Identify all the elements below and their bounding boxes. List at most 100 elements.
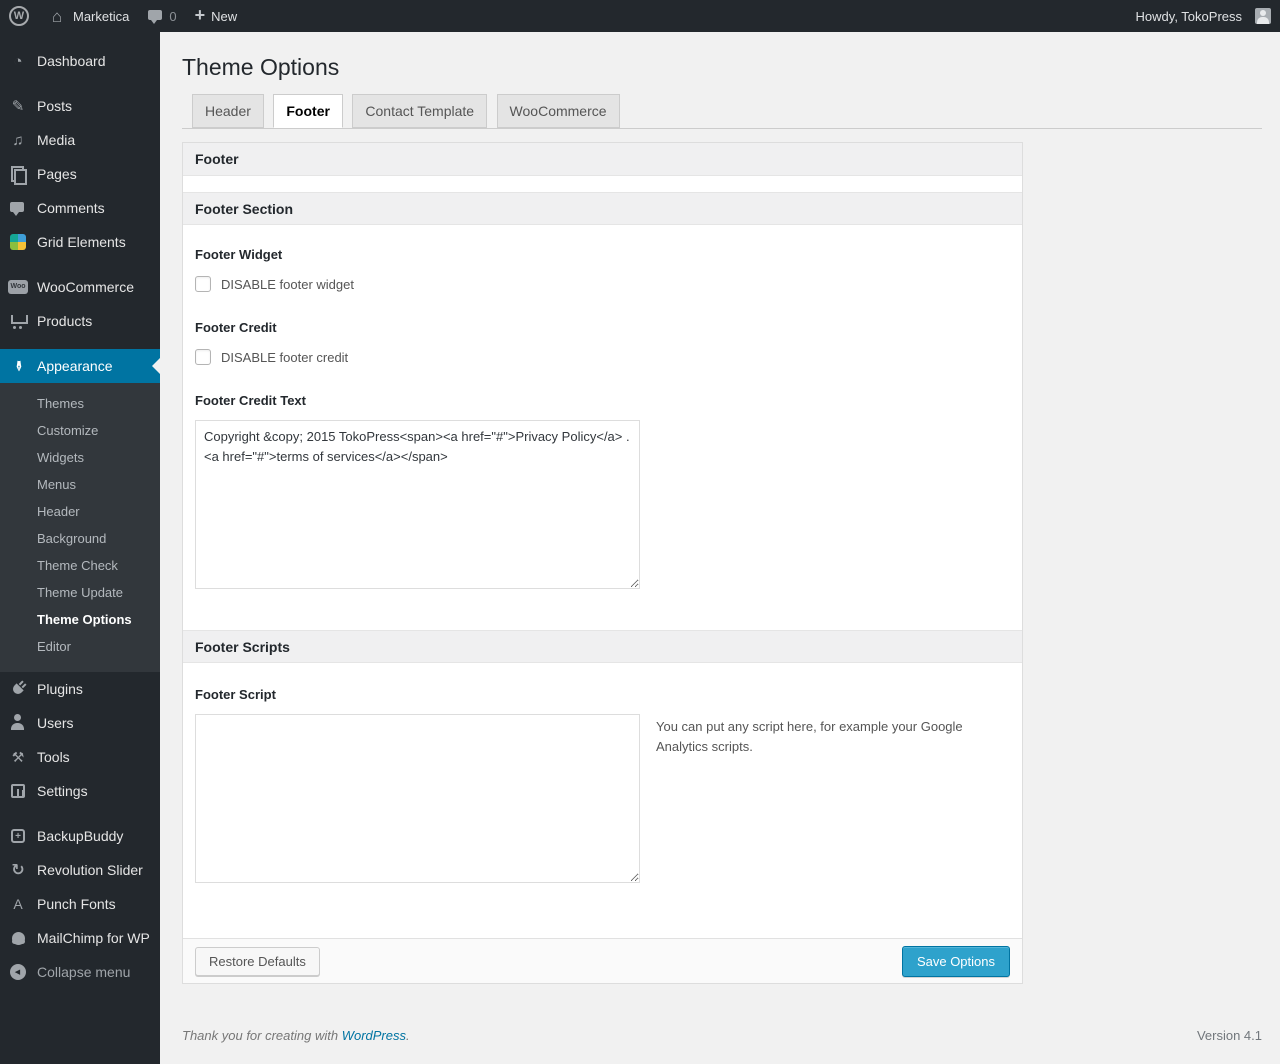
sidebar-item-punch-fonts[interactable]: Punch Fonts [0, 887, 160, 921]
submenu-item-background[interactable]: Background [0, 525, 160, 552]
disable-footer-credit-row[interactable]: DISABLE footer credit [195, 349, 1010, 365]
sidebar-item-pages[interactable]: Pages [0, 157, 160, 191]
checkbox-label-text: DISABLE footer widget [221, 276, 354, 292]
admin-bar: W Marketica 0 + New Howdy, TokoPress [0, 0, 1280, 32]
collapse-menu-button[interactable]: Collapse menu [0, 955, 160, 989]
tab-header[interactable]: Header [192, 94, 264, 129]
sidebar-item-label: Posts [37, 98, 73, 114]
media-icon [8, 130, 28, 150]
submenu-item-menus[interactable]: Menus [0, 471, 160, 498]
sidebar-item-woocommerce[interactable]: WooCommerce [0, 270, 160, 304]
comment-count: 0 [169, 8, 177, 24]
footer-thanks-period: . [406, 1028, 410, 1043]
disable-footer-credit-checkbox[interactable] [195, 349, 211, 365]
sidebar-item-media[interactable]: Media [0, 123, 160, 157]
avatar [1255, 8, 1271, 24]
collapse-icon [8, 962, 28, 982]
site-link[interactable]: Marketica [38, 0, 138, 32]
footer-script-hint: You can put any script here, for example… [656, 719, 963, 755]
sidebar-separator [0, 808, 160, 819]
sidebar-item-label: Pages [37, 166, 77, 182]
sidebar-item-label: BackupBuddy [37, 828, 124, 844]
howdy-account-menu[interactable]: Howdy, TokoPress [1127, 0, 1280, 32]
sidebar-item-grid-elements[interactable]: Grid Elements [0, 225, 160, 259]
sidebar-separator [0, 259, 160, 270]
backup-icon [8, 826, 28, 846]
sidebar-item-products[interactable]: Products [0, 304, 160, 338]
sidebar-item-label: Collapse menu [37, 964, 131, 980]
dashboard-icon [8, 51, 28, 71]
new-menu[interactable]: + New [186, 0, 247, 32]
mailchimp-icon [8, 928, 28, 948]
sidebar-item-users[interactable]: Users [0, 706, 160, 740]
footer-thanks-text: Thank you for creating with [182, 1028, 339, 1043]
sidebar-item-label: MailChimp for WP [37, 930, 150, 946]
sidebar-separator [0, 338, 160, 349]
sidebar-item-label: Products [37, 313, 93, 329]
footer-scripts-body: Footer Script You can put any script her… [183, 663, 1022, 938]
sidebar-item-label: Revolution Slider [37, 862, 143, 878]
footer-credit-text-label: Footer Credit Text [195, 393, 306, 408]
submenu-item-editor[interactable]: Editor [0, 633, 160, 660]
sidebar-item-tools[interactable]: Tools [0, 740, 160, 774]
wordpress-menu[interactable]: W [0, 0, 38, 32]
wordpress-link[interactable]: WordPress [342, 1028, 406, 1043]
restore-defaults-button[interactable]: Restore Defaults [195, 946, 320, 976]
submenu-item-themes[interactable]: Themes [0, 390, 160, 417]
footer-thanks: Thank you for creating with WordPress. [182, 1028, 410, 1043]
sidebar-item-label: Media [37, 132, 76, 148]
footer-script-textarea[interactable] [195, 714, 640, 883]
sidebar-item-settings[interactable]: Settings [0, 774, 160, 808]
appearance-brush-icon [8, 356, 28, 376]
sidebar-item-label: WooCommerce [37, 279, 134, 295]
pages-icon [8, 164, 28, 185]
comments-shortcut[interactable]: 0 [138, 0, 185, 32]
submenu-item-theme-check[interactable]: Theme Check [0, 552, 160, 579]
panel-title-bar: Footer [183, 143, 1022, 176]
admin-footer: Thank you for creating with WordPress. V… [182, 1028, 1262, 1043]
sidebar-item-comments[interactable]: Comments [0, 191, 160, 225]
cart-icon [8, 311, 28, 331]
new-label: New [211, 8, 238, 24]
tools-icon [8, 747, 28, 767]
sidebar-item-backupbuddy[interactable]: BackupBuddy [0, 819, 160, 853]
sidebar-separator [0, 78, 160, 89]
howdy-text: Howdy, TokoPress [1135, 8, 1242, 24]
sidebar-item-dashboard[interactable]: Dashboard [0, 44, 160, 78]
home-icon [47, 6, 67, 26]
footer-credit-text-textarea[interactable]: Copyright &copy; 2015 TokoPress<span><a … [195, 420, 640, 589]
save-options-button[interactable]: Save Options [901, 945, 1010, 977]
submenu-item-theme-update[interactable]: Theme Update [0, 579, 160, 606]
footer-script-label: Footer Script [195, 687, 276, 702]
theme-options-panel: Footer Footer Section Footer Widget DISA… [182, 142, 1023, 984]
submenu-item-theme-options[interactable]: Theme Options [0, 606, 160, 633]
wordpress-logo-icon: W [9, 6, 29, 26]
submenu-item-widgets[interactable]: Widgets [0, 444, 160, 471]
users-icon [8, 713, 28, 733]
sidebar-item-label: Users [37, 715, 74, 731]
tab-contact-template[interactable]: Contact Template [352, 94, 488, 129]
submenu-item-header[interactable]: Header [0, 498, 160, 525]
footer-scripts-header: Footer Scripts [183, 630, 1022, 663]
sidebar-item-posts[interactable]: Posts [0, 89, 160, 123]
disable-footer-widget-checkbox[interactable] [195, 276, 211, 292]
comment-bubble-icon [147, 8, 163, 24]
submenu-item-customize[interactable]: Customize [0, 417, 160, 444]
page-title: Theme Options [182, 54, 340, 80]
sidebar-item-label: Tools [37, 749, 70, 765]
settings-icon [8, 781, 28, 801]
comments-icon [8, 198, 28, 218]
tab-footer[interactable]: Footer [273, 94, 343, 129]
sidebar-item-label: Appearance [37, 358, 113, 374]
sidebar-item-label: Settings [37, 783, 88, 799]
disable-footer-widget-row[interactable]: DISABLE footer widget [195, 276, 1010, 292]
admin-sidebar: Dashboard Posts Media Pages Comments Gri… [0, 32, 160, 1064]
footer-section-body: Footer Widget DISABLE footer widget Foot… [183, 225, 1022, 630]
sidebar-item-plugins[interactable]: Plugins [0, 672, 160, 706]
sidebar-item-label: Grid Elements [37, 234, 126, 250]
sidebar-item-mailchimp[interactable]: MailChimp for WP [0, 921, 160, 955]
tab-woocommerce[interactable]: WooCommerce [496, 94, 620, 129]
footer-credit-label: Footer Credit [195, 320, 277, 335]
sidebar-item-appearance[interactable]: Appearance [0, 349, 160, 383]
sidebar-item-revolution-slider[interactable]: Revolution Slider [0, 853, 160, 887]
